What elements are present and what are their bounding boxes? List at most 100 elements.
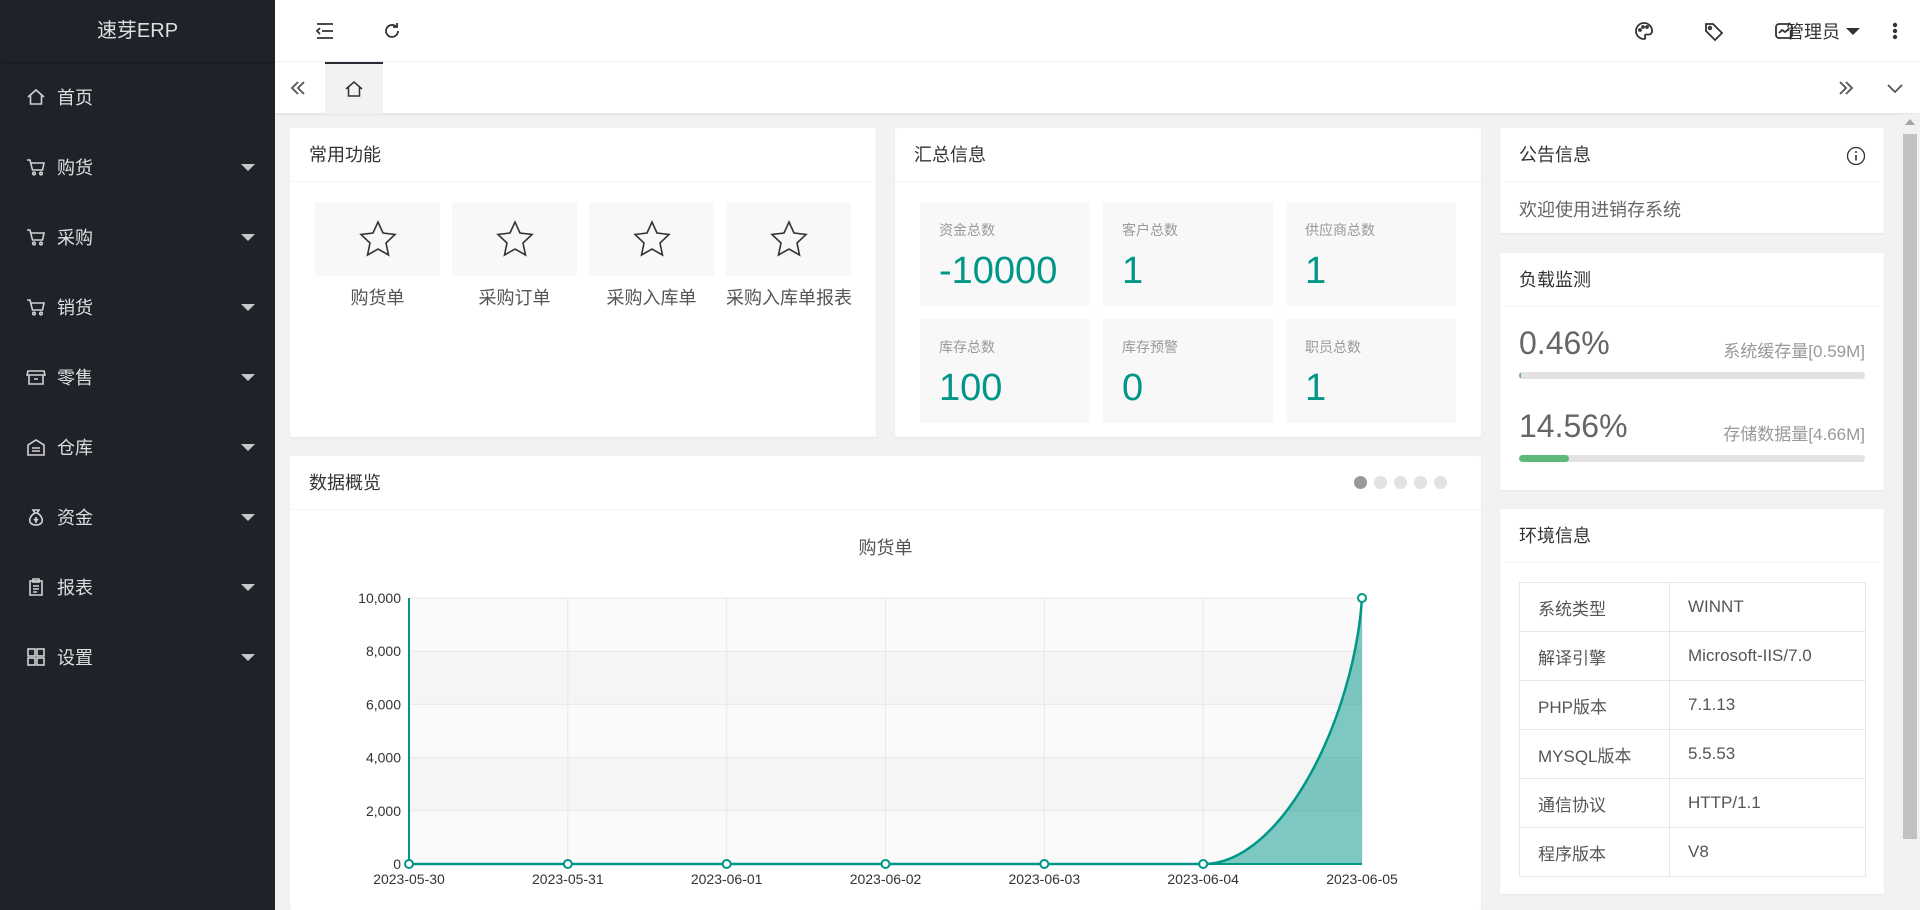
data-point[interactable]	[1039, 859, 1050, 869]
cart-icon	[25, 296, 47, 318]
env-key: 系统类型	[1519, 582, 1670, 632]
caret-down-icon	[241, 584, 255, 591]
caret-down-icon	[241, 654, 255, 661]
env-value: 5.5.53	[1669, 729, 1866, 779]
shortcut-button[interactable]: 购货单	[315, 202, 440, 310]
stat-tile[interactable]: 资金总数 -10000	[920, 202, 1090, 306]
double-chevron-left-icon[interactable]	[275, 62, 320, 114]
tag-icon[interactable]	[1694, 0, 1734, 62]
sidebar-item-label: 采购	[57, 228, 93, 248]
tab-home[interactable]	[325, 62, 383, 114]
carousel-dot[interactable]	[1434, 476, 1447, 489]
sidebar-item-5[interactable]: 仓库	[0, 412, 275, 482]
scroll-up-icon[interactable]	[1905, 119, 1915, 125]
progress-fill	[1519, 455, 1570, 462]
data-point[interactable]	[1198, 859, 1209, 869]
env-key: MYSQL版本	[1519, 729, 1670, 779]
y-tick-label: 0	[393, 856, 401, 872]
shortcut-button[interactable]: 采购入库单	[589, 202, 714, 310]
load-row: 0.46% 系统缓存量[0.59M]	[1519, 325, 1865, 379]
table-row: 通信协议 HTTP/1.1	[1519, 778, 1866, 828]
stat-label: 库存总数	[939, 339, 995, 355]
caret-down-icon	[1846, 27, 1860, 35]
scrollbar-thumb[interactable]	[1903, 134, 1917, 839]
grid-icon	[25, 646, 47, 668]
x-tick-label: 2023-06-01	[691, 871, 763, 887]
sidebar-item-2[interactable]: 采购	[0, 202, 275, 272]
page-scrollbar[interactable]	[1900, 114, 1920, 910]
stat-label: 客户总数	[1122, 222, 1178, 238]
shortcut-label: 采购订单	[478, 288, 551, 308]
data-point[interactable]	[721, 859, 732, 869]
sidebar-item-label: 设置	[57, 648, 93, 668]
refresh-icon[interactable]	[372, 0, 412, 62]
data-point[interactable]	[562, 859, 573, 869]
stat-label: 资金总数	[939, 222, 995, 238]
env-key: 解译引擎	[1519, 631, 1670, 681]
y-tick-label: 10,000	[358, 590, 401, 606]
top-header: 管理员	[275, 0, 1920, 62]
x-tick-label: 2023-06-04	[1167, 871, 1239, 887]
stat-tile[interactable]: 供应商总数 1	[1286, 202, 1456, 306]
sidebar-item-label: 购货	[57, 158, 93, 178]
chevron-down-icon[interactable]	[1872, 62, 1917, 114]
x-tick-label: 2023-05-30	[373, 871, 445, 887]
user-menu[interactable]: 管理员	[1786, 0, 1860, 62]
card-title: 常用功能	[290, 128, 876, 182]
money-bag-icon	[25, 506, 47, 528]
sidebar-nav: 首页购货采购销货 零售 仓库 资金报表设置	[0, 62, 275, 692]
table-row: MYSQL版本 5.5.53	[1519, 729, 1866, 779]
carousel-dot[interactable]	[1394, 476, 1407, 489]
card-title: 汇总信息	[895, 128, 1481, 182]
sidebar-item-label: 首页	[57, 88, 93, 108]
sidebar-item-4[interactable]: 零售	[0, 342, 275, 412]
star-icon	[495, 220, 534, 257]
purchase-chart: 0 2,000 4,000 6,000 8,000 10,000 2023-05-30 202…	[358, 590, 1398, 887]
load-monitor-card: 负载监测 0.46% 系统缓存量[0.59M] 14.56% 存储数据量[4.66M]	[1500, 253, 1884, 490]
caret-down-icon	[241, 514, 255, 521]
double-chevron-right-icon[interactable]	[1823, 62, 1868, 114]
menu-toggle-icon[interactable]	[305, 0, 345, 62]
table-row: 解译引擎 Microsoft-IIS/7.0	[1519, 631, 1866, 681]
load-percent: 0.46%	[1519, 325, 1610, 361]
sidebar-item-0[interactable]: 首页	[0, 62, 275, 132]
sidebar-item-1[interactable]: 购货	[0, 132, 275, 202]
carousel-dot[interactable]	[1354, 476, 1367, 489]
sidebar-item-3[interactable]: 销货	[0, 272, 275, 342]
load-caption: 系统缓存量[0.59M]	[1723, 342, 1865, 361]
carousel-dot[interactable]	[1374, 476, 1387, 489]
shortcut-icon-box	[315, 202, 440, 276]
stat-value: 100	[939, 367, 1003, 409]
card-title: 公告信息	[1500, 128, 1884, 182]
more-vertical-icon[interactable]	[1880, 0, 1910, 62]
palette-icon[interactable]	[1624, 0, 1664, 62]
card-title: 数据概览	[290, 456, 1481, 510]
stat-tile[interactable]: 客户总数 1	[1103, 202, 1273, 306]
sidebar-item-6[interactable]: 资金	[0, 482, 275, 552]
app-logo[interactable]: 速芽ERP	[0, 0, 275, 62]
shortcut-button[interactable]: 采购订单	[452, 202, 577, 310]
env-value: HTTP/1.1	[1669, 778, 1866, 828]
stat-tile[interactable]: 库存预警 0	[1103, 319, 1273, 423]
stat-value: 1	[1305, 367, 1327, 409]
card-title: 负载监测	[1500, 253, 1884, 307]
env-key: PHP版本	[1519, 680, 1670, 730]
shop-icon	[25, 366, 47, 388]
data-point[interactable]	[404, 859, 414, 869]
sidebar-item-7[interactable]: 报表	[0, 552, 275, 622]
data-point[interactable]	[1357, 593, 1367, 603]
shortcut-icon-box	[726, 202, 851, 276]
shortcut-button[interactable]: 采购入库单报表	[726, 202, 852, 310]
stat-tile[interactable]: 库存总数 100	[920, 319, 1090, 423]
data-point[interactable]	[880, 859, 891, 869]
home-icon	[345, 81, 363, 97]
star-icon	[769, 220, 808, 257]
sidebar-item-8[interactable]: 设置	[0, 622, 275, 692]
info-icon[interactable]	[1846, 146, 1866, 166]
load-row: 14.56% 存储数据量[4.66M]	[1519, 408, 1865, 462]
sidebar-item-label: 报表	[57, 578, 93, 598]
table-row: 系统类型 WINNT	[1519, 582, 1866, 632]
stat-tile[interactable]: 职员总数 1	[1286, 319, 1456, 423]
carousel-dot[interactable]	[1414, 476, 1427, 489]
notice-title: 公告信息	[1519, 145, 1591, 165]
